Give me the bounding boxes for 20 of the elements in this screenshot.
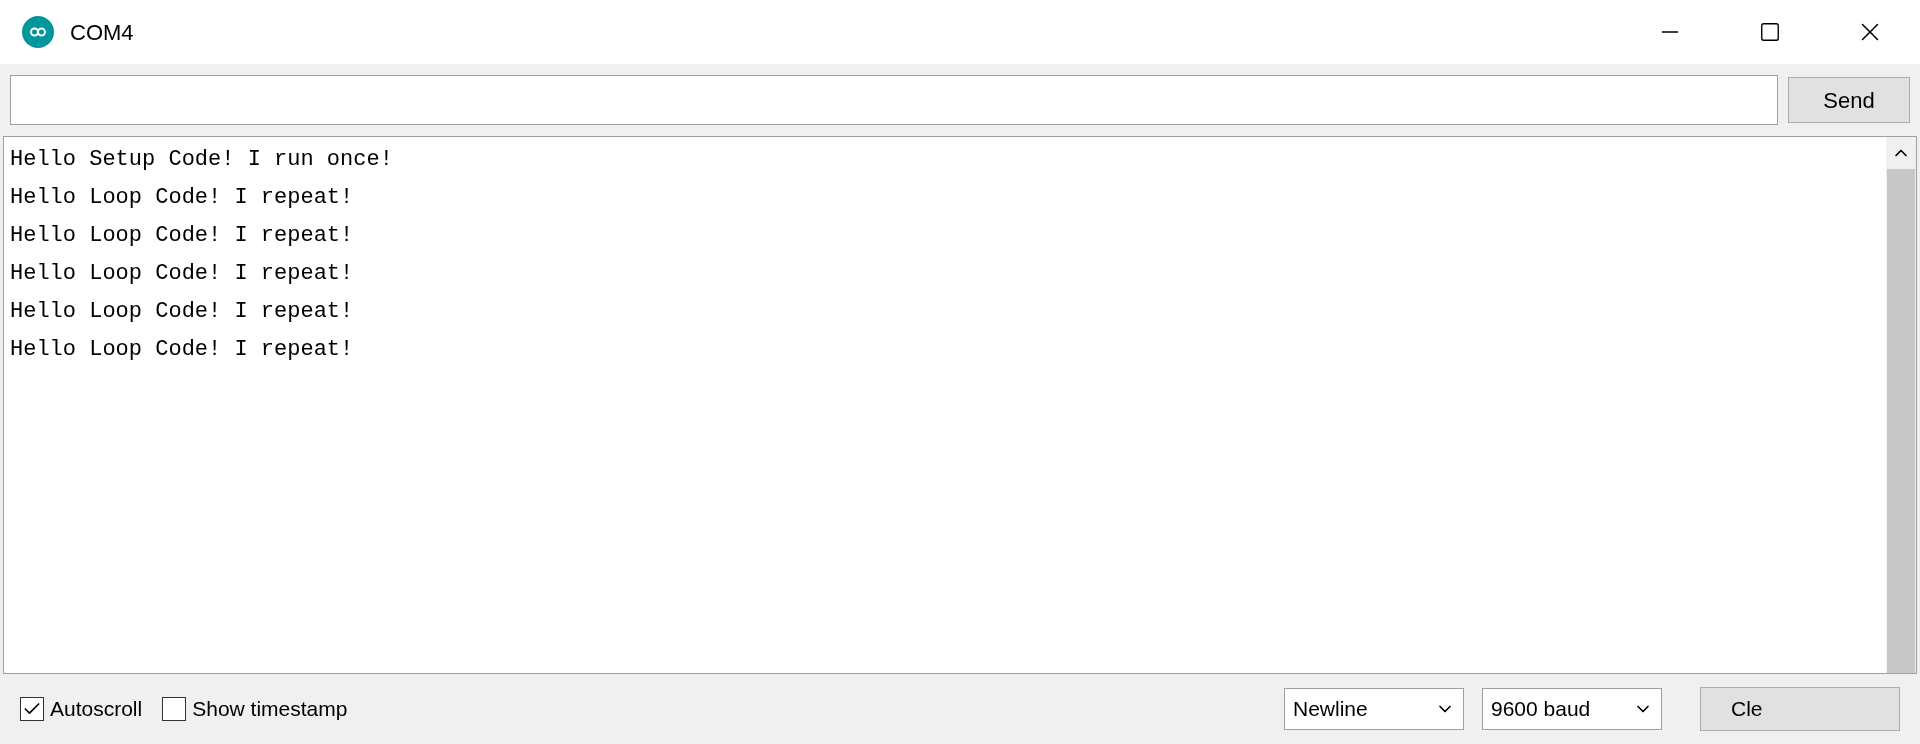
send-button[interactable]: Send (1788, 77, 1910, 123)
checkbox[interactable] (162, 697, 187, 721)
baud-rate-dropdown[interactable]: 9600 baud (1482, 688, 1662, 730)
checkbox-label: Autoscroll (50, 696, 143, 723)
output-line: Hello Loop Code! I repeat! (10, 184, 355, 212)
option-checkbox[interactable]: Autoscroll (20, 693, 143, 725)
clear-output-button[interactable]: Cle (1700, 687, 1900, 731)
option-checkbox[interactable]: Show timestamp (162, 693, 348, 725)
app-logo-icon (22, 16, 54, 48)
checkbox-label: Show timestamp (192, 696, 348, 723)
output-line: Hello Loop Code! I repeat! (10, 298, 355, 326)
message-input-field[interactable] (10, 75, 1778, 125)
checkbox[interactable] (20, 697, 44, 721)
output-line: Hello Loop Code! I repeat! (10, 222, 355, 250)
maximize-icon[interactable] (1759, 21, 1781, 43)
output-line: Hello Setup Code! I run once! (10, 146, 394, 174)
output-line: Hello Loop Code! I repeat! (10, 336, 355, 364)
output-line: Hello Loop Code! I repeat! (10, 260, 355, 288)
line-ending-dropdown[interactable]: Newline (1284, 688, 1464, 730)
window-title: COM4 (70, 18, 134, 47)
